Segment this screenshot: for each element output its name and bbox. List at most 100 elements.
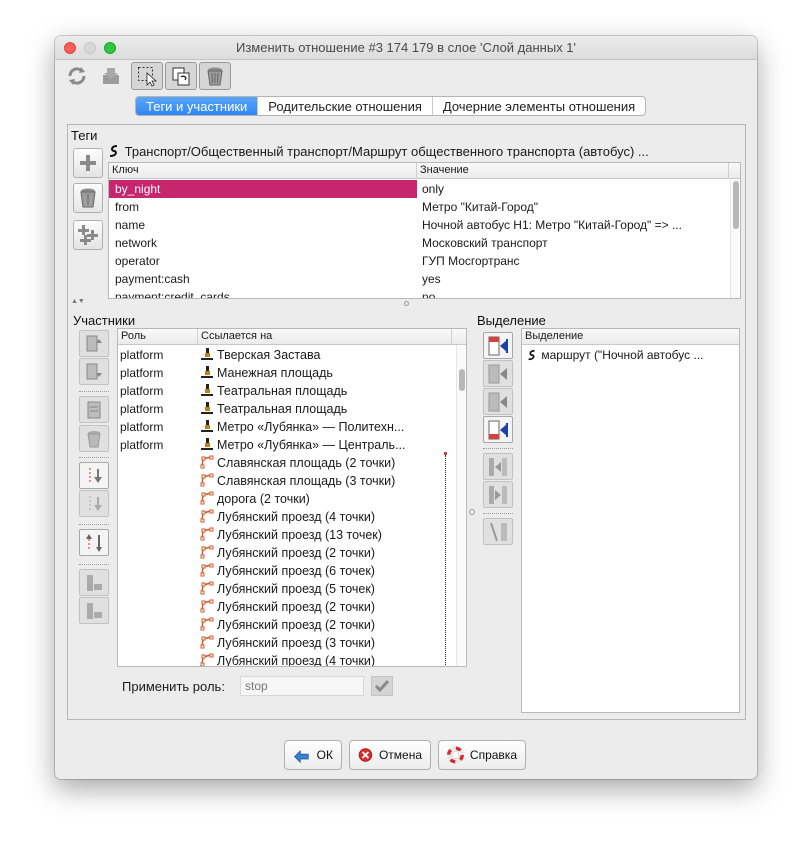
member-reference: Лубянский проезд (2 точки) xyxy=(217,618,375,632)
tags-scrollbar[interactable] xyxy=(730,179,739,298)
selection-column-header[interactable]: Выделение xyxy=(522,329,739,345)
tag-key[interactable]: from xyxy=(109,198,417,216)
add-selected-first-button[interactable] xyxy=(483,332,513,359)
member-reference: дорога (2 точки) xyxy=(217,492,310,506)
tag-row[interactable]: from Метро "Китай-Город" xyxy=(109,198,740,216)
member-row[interactable]: дорога (2 точки) xyxy=(118,490,466,508)
sort-below-button[interactable] xyxy=(79,490,109,517)
member-role[interactable]: platform xyxy=(120,436,198,454)
download-incomplete-button[interactable] xyxy=(79,569,109,596)
member-row[interactable]: Лубянский проезд (2 точки) xyxy=(118,544,466,562)
checkmark-icon xyxy=(374,680,390,693)
sort-by-selection-button[interactable] xyxy=(483,518,513,545)
add-selected-after-button[interactable] xyxy=(483,388,513,415)
tag-key[interactable]: by_night xyxy=(109,180,417,198)
tag-row[interactable]: by_night only xyxy=(109,180,740,198)
tab-child-elements[interactable]: Дочерние элементы отношения xyxy=(431,97,645,115)
member-row[interactable]: platform Театральная площадь xyxy=(118,382,466,400)
member-row[interactable]: Лубянский проезд (5 точек) xyxy=(118,580,466,598)
add-multiple-tags-button[interactable] xyxy=(73,220,103,250)
member-row[interactable]: Лубянский проезд (2 точки) xyxy=(118,598,466,616)
cancel-button[interactable]: Отмена xyxy=(349,740,431,770)
minimize-window-button[interactable] xyxy=(84,42,96,54)
member-row[interactable]: Лубянский проезд (4 точки) xyxy=(118,652,466,666)
title-bar[interactable]: Изменить отношение #3 174 179 в слое 'Сл… xyxy=(55,36,757,60)
remove-selected-button[interactable] xyxy=(483,453,513,480)
apply-role-button[interactable] xyxy=(371,676,393,696)
reverse-members-button[interactable] xyxy=(79,529,109,556)
zoom-window-button[interactable] xyxy=(104,42,116,54)
member-row[interactable]: platform Метро «Лубянка» — Централь... xyxy=(118,436,466,454)
tag-row[interactable]: network Московский транспорт xyxy=(109,234,740,252)
member-row[interactable]: Славянская площадь (3 точки) xyxy=(118,472,466,490)
member-role[interactable]: platform xyxy=(120,382,198,400)
help-button[interactable]: Справка xyxy=(438,740,526,770)
tag-row[interactable]: name Ночной автобус Н1: Метро "Китай-Горо… xyxy=(109,216,740,234)
tag-value[interactable]: only xyxy=(422,180,728,198)
selection-row[interactable]: маршрут ("Ночной автобус ... xyxy=(522,346,739,364)
member-row[interactable]: platform Манежная площадь xyxy=(118,364,466,382)
middle-divider-handle[interactable] xyxy=(469,509,475,515)
tag-value[interactable]: Метро "Китай-Город" xyxy=(422,198,728,216)
edit-member-button[interactable] xyxy=(79,396,109,423)
tag-key[interactable]: payment:credit_cards xyxy=(109,288,417,298)
delete-member-button[interactable] xyxy=(79,425,109,452)
tag-value[interactable]: Московский транспорт xyxy=(422,234,728,252)
members-scroll-thumb[interactable] xyxy=(459,369,465,391)
members-scrollbar[interactable] xyxy=(456,345,465,666)
member-row[interactable]: Лубянский проезд (6 точек) xyxy=(118,562,466,580)
download-selected-button[interactable] xyxy=(79,597,109,624)
select-members-button[interactable] xyxy=(131,62,163,90)
member-row[interactable]: Лубянский проезд (2 точки) xyxy=(118,616,466,634)
tag-value[interactable]: Ночной автобус Н1: Метро "Китай-Город" =… xyxy=(422,216,728,234)
add-selected-last-button[interactable] xyxy=(483,416,513,443)
tag-row[interactable]: payment:credit_cards no xyxy=(109,288,740,298)
member-row[interactable]: Славянская площадь (2 точки) xyxy=(118,454,466,472)
delete-tag-button[interactable] xyxy=(73,183,103,213)
tag-row[interactable]: payment:cash yes xyxy=(109,270,740,288)
tag-key[interactable]: operator xyxy=(109,252,417,270)
apply-role-input[interactable] xyxy=(240,676,364,696)
move-down-button[interactable] xyxy=(79,358,109,385)
member-role[interactable]: platform xyxy=(120,418,198,436)
sort-members-button[interactable] xyxy=(79,462,109,489)
splitter[interactable]: ▲▼ xyxy=(69,298,744,307)
role-column-header[interactable]: Роль xyxy=(118,329,198,345)
ok-button[interactable]: ОК xyxy=(284,740,342,770)
tags-scroll-thumb[interactable] xyxy=(733,181,739,229)
member-row[interactable]: platform Метро «Лубянка» — Политехн... xyxy=(118,418,466,436)
member-row[interactable]: Лубянский проезд (3 точки) xyxy=(118,634,466,652)
tag-key[interactable]: payment:cash xyxy=(109,270,417,288)
select-members-in-selection-button[interactable] xyxy=(483,481,513,508)
add-tag-button[interactable] xyxy=(73,148,103,178)
tag-value[interactable]: no xyxy=(422,288,728,298)
stop-position-icon xyxy=(201,348,213,360)
move-up-button[interactable] xyxy=(79,330,109,357)
preset-path[interactable]: Транспорт/Общественный транспорт/Маршрут… xyxy=(125,144,649,159)
tag-value[interactable]: yes xyxy=(422,270,728,288)
member-row[interactable]: platform Театральная площадь xyxy=(118,400,466,418)
key-column-header[interactable]: Ключ xyxy=(109,163,417,179)
tag-key[interactable]: name xyxy=(109,216,417,234)
member-role[interactable]: platform xyxy=(120,346,198,364)
member-row[interactable]: Лубянский проезд (13 точек) xyxy=(118,526,466,544)
add-selected-before-button[interactable] xyxy=(483,360,513,387)
tab-tags-members[interactable]: Теги и участники xyxy=(136,97,258,115)
duplicate-relation-button[interactable] xyxy=(165,62,197,90)
download-members-button[interactable] xyxy=(95,62,127,90)
member-role[interactable]: platform xyxy=(120,400,198,418)
tab-parent-relations[interactable]: Родительские отношения xyxy=(257,97,432,115)
value-column-header[interactable]: Значение xyxy=(417,163,729,179)
close-window-button[interactable] xyxy=(64,42,76,54)
delete-relation-button[interactable] xyxy=(199,62,231,90)
member-row[interactable]: platform Тверская Застава xyxy=(118,346,466,364)
member-row[interactable]: Лубянский проезд (4 точки) xyxy=(118,508,466,526)
tags-table: Ключ Значение by_night only from Метро "Кит… xyxy=(108,162,741,299)
member-reference: Лубянский проезд (2 точки) xyxy=(217,600,375,614)
refresh-button[interactable] xyxy=(61,62,93,90)
tag-key[interactable]: network xyxy=(109,234,417,252)
tag-value[interactable]: ГУП Мосгортранс xyxy=(422,252,728,270)
member-role[interactable]: platform xyxy=(120,364,198,382)
tag-row[interactable]: operator ГУП Мосгортранс xyxy=(109,252,740,270)
reference-column-header[interactable]: Ссылается на xyxy=(198,329,452,345)
